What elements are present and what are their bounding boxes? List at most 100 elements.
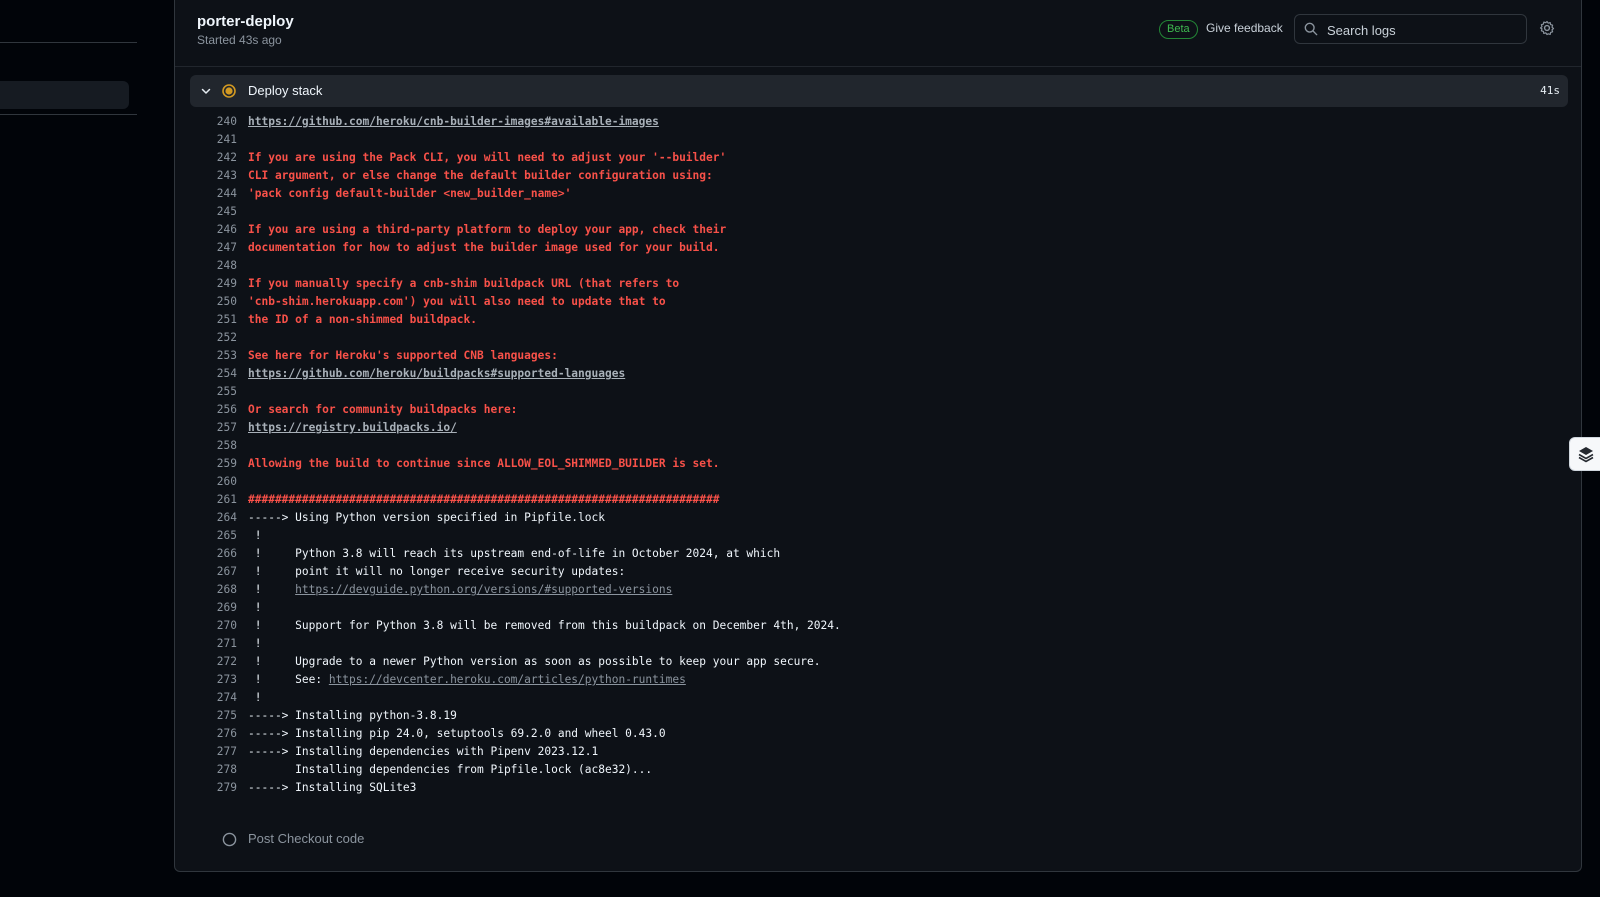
log-line: 268 ! https://devguide.python.org/versio… [190,581,1568,599]
log-text: Or search for community buildpacks here: [248,401,517,419]
line-number[interactable]: 257 [190,419,237,437]
log-text-segment: ! [248,601,262,614]
sidebar-divider [0,114,137,115]
log-text-segment: ! [248,637,262,650]
step-deploy-stack[interactable]: Deploy stack 41s [190,75,1568,107]
log-text: If you are using the Pack CLI, you will … [248,149,726,167]
step-duration: 41s [1540,84,1560,97]
log-line: 253 See here for Heroku's supported CNB l… [190,347,1568,365]
sidebar-item-active[interactable] [0,81,129,109]
line-number[interactable]: 270 [190,617,237,635]
line-number[interactable]: 261 [190,491,237,509]
log-line: 248 [190,257,1568,275]
log-line: 275 -----> Installing python-3.8.19 [190,707,1568,725]
log-text: ! point it will no longer receive securi… [248,563,625,581]
search-logs-box[interactable] [1294,14,1527,44]
line-number[interactable]: 266 [190,545,237,563]
log-link[interactable]: https://devguide.python.org/versions/#su… [295,583,672,596]
log-line: 269 ! [190,599,1568,617]
line-number[interactable]: 277 [190,743,237,761]
log-text-segment: -----> Using Python version specified in… [248,511,605,524]
log-line: 258 [190,437,1568,455]
log-line: 264 -----> Using Python version specified… [190,509,1568,527]
line-number[interactable]: 275 [190,707,237,725]
line-number[interactable]: 256 [190,401,237,419]
line-number[interactable]: 253 [190,347,237,365]
line-number[interactable]: 248 [190,257,237,275]
log-text: https://github.com/heroku/cnb-builder-im… [248,113,659,131]
job-log-panel: porter-deploy Started 43s ago Beta Give … [174,0,1582,872]
gear-icon [1539,20,1555,36]
floating-extension-button[interactable] [1569,437,1600,471]
line-number[interactable]: 250 [190,293,237,311]
log-text: CLI argument, or else change the default… [248,167,713,185]
log-text-segment: ! Support for Python 3.8 will be removed… [248,619,841,632]
search-logs-input[interactable] [1325,19,1524,41]
line-number[interactable]: 271 [190,635,237,653]
give-feedback-link[interactable]: Give feedback [1206,21,1283,35]
log-text: 'pack config default-builder <new_builde… [248,185,571,203]
line-number[interactable]: 244 [190,185,237,203]
log-text: ########################################… [248,491,719,509]
log-line: 247 documentation for how to adjust the b… [190,239,1568,257]
log-text: ! [248,689,262,707]
log-link[interactable]: https://github.com/heroku/buildpacks#sup… [248,367,625,380]
line-number[interactable]: 272 [190,653,237,671]
line-number[interactable]: 278 [190,761,237,779]
line-number[interactable]: 274 [190,689,237,707]
line-number[interactable]: 259 [190,455,237,473]
log-text: ! https://devguide.python.org/versions/#… [248,581,673,599]
line-number[interactable]: 269 [190,599,237,617]
log-text: If you manually specify a cnb-shim build… [248,275,679,293]
log-line: 266 ! Python 3.8 will reach its upstream… [190,545,1568,563]
line-number[interactable]: 276 [190,725,237,743]
log-text-segment: If you are using the Pack CLI, you will … [248,151,727,164]
log-link[interactable]: https://github.com/heroku/cnb-builder-im… [248,115,659,128]
log-text: https://github.com/heroku/buildpacks#sup… [248,365,625,383]
line-number[interactable]: 255 [190,383,237,401]
line-number[interactable]: 240 [190,113,237,131]
line-number[interactable]: 243 [190,167,237,185]
log-line: 251 the ID of a non-shimmed buildpack. [190,311,1568,329]
log-line: 240 https://github.com/heroku/cnb-builder… [190,113,1568,131]
log-line: 270 ! Support for Python 3.8 will be rem… [190,617,1568,635]
line-number[interactable]: 258 [190,437,237,455]
log-text: ! Support for Python 3.8 will be removed… [248,617,841,635]
line-number[interactable]: 246 [190,221,237,239]
line-number[interactable]: 247 [190,239,237,257]
line-number[interactable]: 265 [190,527,237,545]
log-text-segment: Installing dependencies from Pipfile.loc… [248,763,653,776]
settings-button[interactable] [1539,20,1555,41]
line-number[interactable]: 264 [190,509,237,527]
log-line: 250 'cnb-shim.herokuapp.com') you will al… [190,293,1568,311]
line-number[interactable]: 279 [190,779,237,797]
line-number[interactable]: 251 [190,311,237,329]
line-number[interactable]: 260 [190,473,237,491]
log-text-segment: ! See: [248,673,329,686]
log-line: 272 ! Upgrade to a newer Python version … [190,653,1568,671]
chevron-down-icon[interactable] [200,85,212,97]
log-text-segment: ! point it will no longer receive securi… [248,565,626,578]
line-number[interactable]: 245 [190,203,237,221]
log-text: ! Upgrade to a newer Python version as s… [248,653,821,671]
log-line: 278 Installing dependencies from Pipfile… [190,761,1568,779]
step-name: Deploy stack [248,83,323,98]
line-number[interactable]: 249 [190,275,237,293]
line-number[interactable]: 268 [190,581,237,599]
line-number[interactable]: 242 [190,149,237,167]
log-line: 245 [190,203,1568,221]
line-number[interactable]: 254 [190,365,237,383]
post-step-name: Post Checkout code [248,831,365,846]
log-text-segment: documentation for how to adjust the buil… [248,241,720,254]
line-number[interactable]: 252 [190,329,237,347]
log-link[interactable]: https://registry.buildpacks.io/ [248,421,457,434]
line-number[interactable]: 273 [190,671,237,689]
log-text: 'cnb-shim.herokuapp.com') you will also … [248,293,666,311]
log-line: 243 CLI argument, or else change the defa… [190,167,1568,185]
line-number[interactable]: 267 [190,563,237,581]
line-number[interactable]: 241 [190,131,237,149]
log-line: 252 [190,329,1568,347]
log-link[interactable]: https://devcenter.heroku.com/articles/py… [329,673,686,686]
stack-icon [1578,447,1594,463]
job-title: porter-deploy [197,13,294,30]
